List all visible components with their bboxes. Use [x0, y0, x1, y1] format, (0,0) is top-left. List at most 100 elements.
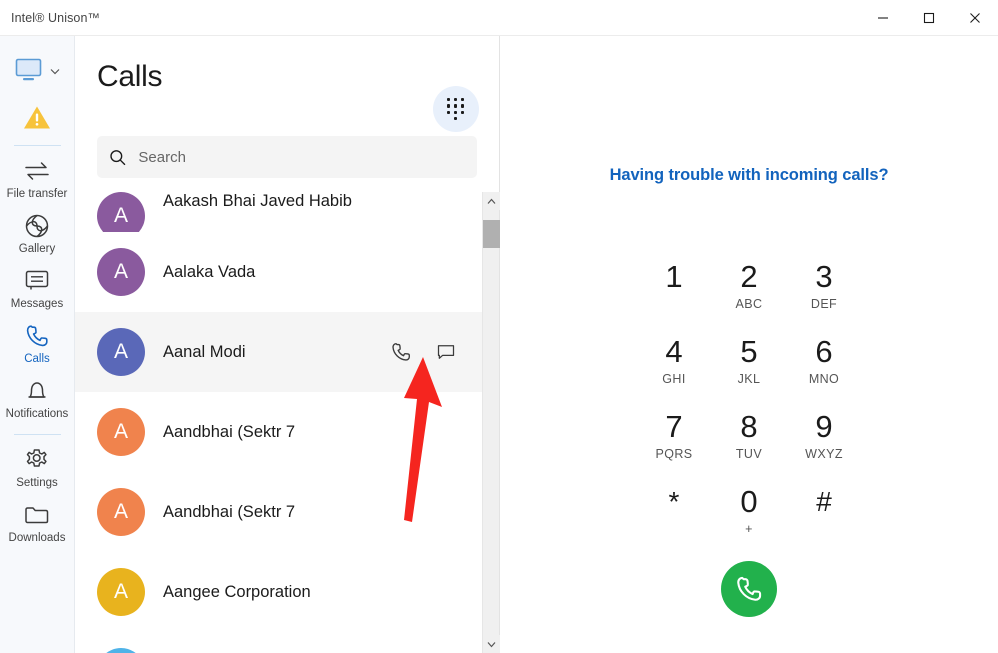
calls-list-pane: Calls Search A Aakash Bhai Javed Habib A… [75, 36, 500, 653]
key-digit: * [668, 486, 680, 517]
contact-list-scrollbar[interactable] [482, 192, 500, 653]
trouble-with-incoming-calls-link[interactable]: Having trouble with incoming calls? [610, 166, 889, 185]
contact-name: Aandbhai (Sektr 7 [163, 422, 296, 441]
intel-unison-window: Intel® Unison™ File transfer Gallery Mes… [0, 0, 998, 653]
chat-bubble-icon [437, 345, 455, 359]
dialpad-key-6[interactable]: 6 MNO [787, 330, 862, 405]
list-item-selected[interactable]: A Aanal Modi [75, 312, 482, 392]
contact-name: Aalaka Vada [163, 262, 256, 281]
search-input[interactable] [138, 148, 465, 166]
main-body: File transfer Gallery Messages Calls Not… [0, 36, 998, 653]
key-digit: 2 [740, 259, 758, 294]
device-selector[interactable] [0, 48, 74, 94]
avatar: A [97, 248, 145, 296]
search-icon [110, 149, 126, 165]
dialpad-key-1[interactable]: 1 [637, 255, 712, 330]
avatar [97, 648, 145, 653]
file-transfer-icon [23, 158, 51, 184]
dialpad-key-star[interactable]: * [637, 480, 712, 555]
phone-icon [24, 323, 50, 349]
warning-indicator[interactable] [0, 96, 74, 138]
list-item[interactable]: A Aakash Bhai Javed Habib [75, 192, 482, 232]
maximize-button[interactable] [906, 0, 952, 35]
sidebar-item-downloads[interactable]: Downloads [0, 496, 74, 551]
list-item[interactable]: A Aandbhai (Sektr 7 [75, 472, 482, 552]
call-button[interactable] [721, 561, 777, 617]
avatar: A [97, 568, 145, 616]
dialpad-key-2[interactable]: 2 ABC [712, 255, 787, 330]
sidebar-item-messages[interactable]: Messages [0, 262, 74, 317]
key-letters: WXYZ [805, 447, 843, 461]
scrollbar-down-button[interactable] [482, 635, 500, 653]
contact-list-area: A Aakash Bhai Javed Habib A Aalaka Vada … [75, 192, 500, 653]
key-letters: GHI [662, 372, 686, 386]
sidebar-item-calls[interactable]: Calls [0, 317, 74, 372]
bell-icon [25, 378, 49, 404]
messages-icon [24, 268, 50, 294]
sidebar-item-notifications[interactable]: Notifications [0, 372, 74, 427]
sidebar-item-gallery[interactable]: Gallery [0, 207, 74, 262]
dialpad-pane: Having trouble with incoming calls? 1 2 … [500, 36, 998, 653]
sidebar-divider-top [13, 145, 61, 146]
dialpad-key-hash[interactable]: # [787, 480, 862, 555]
chevron-down-icon [50, 69, 59, 75]
sidebar-item-label: File transfer [6, 188, 68, 200]
sidebar: File transfer Gallery Messages Calls Not… [0, 36, 75, 653]
scrollbar-up-button[interactable] [482, 192, 500, 210]
row-call-button[interactable] [390, 341, 412, 363]
window-title: Intel® Unison™ [11, 10, 101, 25]
dialpad-key-8[interactable]: 8 TUV [712, 405, 787, 480]
chevron-up-icon [487, 198, 495, 204]
sidebar-item-settings[interactable]: Settings [0, 441, 74, 496]
search-box[interactable] [97, 136, 477, 178]
sidebar-item-label: Settings [16, 477, 58, 489]
dialpad-key-4[interactable]: 4 GHI [637, 330, 712, 405]
search-wrapper [75, 136, 499, 178]
sidebar-item-label: Gallery [18, 243, 56, 255]
close-icon [970, 12, 980, 23]
dialpad-toggle-button[interactable] [433, 86, 479, 132]
dialpad-key-9[interactable]: 9 WXYZ [787, 405, 862, 480]
list-item[interactable]: A Aandbhai (Sektr 7 [75, 392, 482, 472]
dialpad-key-5[interactable]: 5 JKL [712, 330, 787, 405]
scrollbar-thumb[interactable] [482, 220, 500, 248]
dialpad-key-7[interactable]: 7 PQRS [637, 405, 712, 480]
row-actions [390, 341, 464, 363]
contact-name: Aanal Modi [163, 342, 246, 361]
key-letters: + [745, 522, 753, 536]
phone-icon [737, 576, 762, 601]
key-digit: 0 [740, 484, 758, 519]
close-button[interactable] [952, 0, 998, 35]
sidebar-divider-bottom [13, 434, 61, 435]
list-item[interactable] [75, 632, 482, 653]
sidebar-item-file-transfer[interactable]: File transfer [0, 152, 74, 207]
title-bar: Intel® Unison™ [0, 0, 998, 36]
dialpad-keys: 1 2 ABC 3 DEF 4 GHI 5 JKL 6 MNO 7 PQRS 8… [637, 255, 862, 555]
monitor-icon [15, 58, 41, 81]
key-letters: TUV [735, 447, 763, 461]
list-item[interactable]: A Aangee Corporation [75, 552, 482, 632]
page-title: Calls [97, 60, 163, 93]
dialpad-grid-icon [447, 97, 465, 121]
avatar: A [97, 192, 145, 232]
key-digit: 5 [740, 334, 758, 369]
sidebar-item-label: Calls [24, 353, 50, 365]
key-digit: 6 [815, 334, 833, 369]
gallery-icon [24, 213, 50, 239]
minimize-icon [878, 16, 888, 19]
key-letters: JKL [737, 372, 761, 386]
list-item[interactable]: A Aalaka Vada [75, 232, 482, 312]
scrollbar-track[interactable] [482, 210, 500, 635]
folder-icon [23, 502, 51, 528]
sidebar-item-label: Notifications [5, 408, 69, 420]
key-digit: 7 [665, 409, 683, 444]
avatar: A [97, 408, 145, 456]
key-digit: 9 [815, 409, 833, 444]
dialpad-key-0[interactable]: 0 + [712, 480, 787, 555]
key-digit: 3 [815, 259, 833, 294]
dialpad-key-3[interactable]: 3 DEF [787, 255, 862, 330]
minimize-button[interactable] [860, 0, 906, 35]
row-message-button[interactable] [436, 342, 456, 362]
key-letters: MNO [808, 372, 840, 386]
warning-triangle-icon [24, 106, 50, 128]
